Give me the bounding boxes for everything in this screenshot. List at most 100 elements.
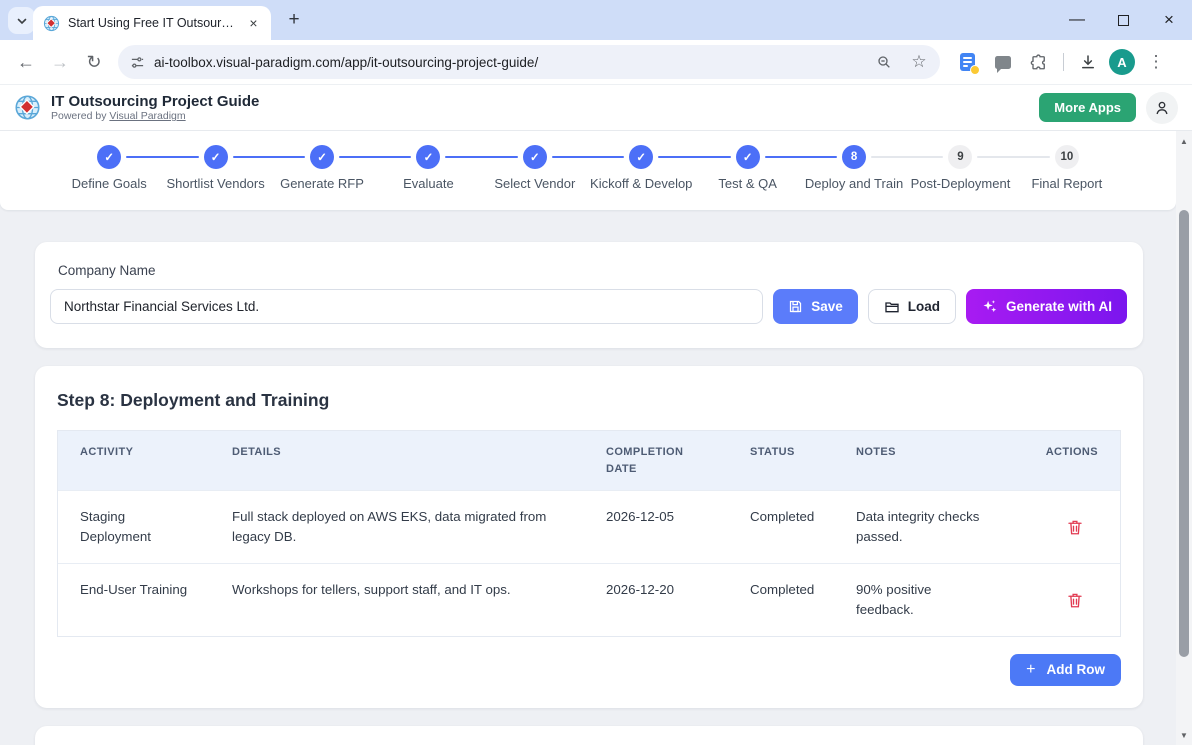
column-header: NOTES [834, 431, 1010, 490]
step-circle[interactable]: ✓ [310, 145, 334, 169]
powered-by-prefix: Powered by [51, 110, 109, 122]
cell-details: Full stack deployed on AWS EKS, data mig… [210, 491, 584, 563]
step-connector [658, 156, 730, 158]
step-circle[interactable]: ✓ [523, 145, 547, 169]
step-circle[interactable]: ✓ [629, 145, 653, 169]
step-circle[interactable]: ✓ [97, 145, 121, 169]
scrollbar-thumb[interactable] [1179, 210, 1189, 657]
step-circle[interactable]: 9 [948, 145, 972, 169]
page-content: ✓Define Goals✓Shortlist Vendors✓Generate… [0, 131, 1176, 745]
stepper-step: ✓Evaluate [375, 145, 481, 191]
reload-button[interactable]: ↻ [78, 46, 110, 78]
toolbar-right-icons: A ⋮ [952, 47, 1171, 77]
more-apps-button[interactable]: More Apps [1039, 93, 1136, 122]
column-header: ACTIONS [1010, 431, 1120, 490]
add-row-button[interactable]: + Add Row [1010, 654, 1121, 686]
step-circle[interactable]: ✓ [416, 145, 440, 169]
star-icon: ☆ [911, 52, 926, 72]
download-icon [1079, 53, 1097, 71]
step-connector [765, 156, 837, 158]
window-controls: — × [1054, 0, 1192, 40]
save-icon [788, 299, 803, 314]
company-row: Save Load Generate with AI [50, 289, 1127, 324]
cell-completion_date: 2026-12-20 [584, 564, 728, 636]
step-circle[interactable]: ✓ [204, 145, 228, 169]
app-logo-icon [14, 94, 41, 121]
step-circle[interactable]: 10 [1055, 145, 1079, 169]
site-info-icon[interactable] [130, 55, 145, 70]
app-header: IT Outsourcing Project Guide Powered by … [0, 85, 1192, 131]
next-section-card [35, 726, 1143, 745]
powered-by: Powered by Visual Paradigm [51, 110, 259, 122]
add-row-wrap: + Add Row [57, 654, 1121, 686]
close-icon: × [1164, 10, 1174, 30]
step-connector [126, 156, 198, 158]
reading-list-button[interactable] [952, 47, 982, 77]
scroll-down-button[interactable]: ▼ [1176, 728, 1192, 742]
step-connector [339, 156, 411, 158]
maximize-button[interactable] [1100, 0, 1146, 40]
cell-notes: 90% positive feedback. [834, 564, 1010, 636]
step-connector [552, 156, 624, 158]
delete-row-button[interactable] [1066, 591, 1084, 609]
close-window-button[interactable]: × [1146, 0, 1192, 40]
toolbar-divider [1063, 53, 1064, 71]
step-circle[interactable]: 8 [842, 145, 866, 169]
badge-icon [970, 65, 980, 75]
stepper-step: ✓Shortlist Vendors [162, 145, 268, 191]
comment-icon [995, 56, 1011, 69]
forward-button[interactable]: → [44, 46, 76, 78]
column-header: ACTIVITY [58, 431, 210, 490]
stepper: ✓Define Goals✓Shortlist Vendors✓Generate… [0, 131, 1176, 210]
powered-by-link[interactable]: Visual Paradigm [109, 110, 185, 122]
stepper-step: ✓ Generate RFP [269, 145, 375, 191]
tab-search-button[interactable] [8, 7, 35, 34]
column-header: COMPLETION DATE [584, 431, 728, 490]
add-row-label: Add Row [1047, 662, 1106, 677]
person-icon [1153, 99, 1171, 117]
bookmark-button[interactable]: ☆ [906, 49, 932, 75]
extensions-button[interactable] [1024, 47, 1054, 77]
company-name-input[interactable] [50, 289, 763, 324]
cell-completion_date: 2026-12-05 [584, 491, 728, 563]
step-label: Generate RFP [280, 176, 364, 191]
table-row: Staging DeploymentFull stack deployed on… [58, 490, 1120, 563]
page-scrollbar[interactable]: ▲ ▼ [1176, 131, 1192, 745]
back-button[interactable]: ← [10, 46, 42, 78]
tab-title: Start Using Free IT Outsourcing [68, 16, 236, 30]
load-button-label: Load [908, 299, 940, 314]
company-name-label: Company Name [50, 263, 1127, 278]
kebab-icon: ⋮ [1148, 52, 1165, 72]
load-button[interactable]: Load [868, 289, 956, 324]
step-circle[interactable]: ✓ [736, 145, 760, 169]
zoom-button[interactable] [871, 49, 897, 75]
step-title: Step 8: Deployment and Training [57, 390, 1121, 411]
delete-row-button[interactable] [1066, 518, 1084, 536]
downloads-button[interactable] [1073, 47, 1103, 77]
generate-ai-button[interactable]: Generate with AI [966, 289, 1127, 324]
step8-card: Step 8: Deployment and Training ACTIVITY… [35, 366, 1143, 708]
save-button-label: Save [811, 299, 843, 314]
puzzle-icon [1030, 53, 1048, 71]
trash-icon [1066, 591, 1084, 609]
url-bar[interactable]: ai-toolbox.visual-paradigm.com/app/it-ou… [118, 45, 940, 79]
url-text[interactable]: ai-toolbox.visual-paradigm.com/app/it-ou… [154, 55, 862, 70]
minimize-button[interactable]: — [1054, 0, 1100, 40]
tab-close-button[interactable]: × [244, 14, 263, 33]
save-button[interactable]: Save [773, 289, 858, 324]
sparkles-icon [981, 298, 998, 315]
maximize-icon [1118, 15, 1129, 26]
step-label: Deploy and Train [805, 176, 903, 191]
stepper-step: ✓Select Vendor [482, 145, 588, 191]
browser-menu-button[interactable]: ⋮ [1141, 47, 1171, 77]
profile-avatar[interactable]: A [1109, 49, 1135, 75]
browser-titlebar: Start Using Free IT Outsourcing × + — × [0, 0, 1192, 40]
cell-actions [1010, 491, 1120, 563]
comment-button[interactable] [988, 47, 1018, 77]
account-button[interactable] [1146, 92, 1178, 124]
scroll-up-button[interactable]: ▲ [1176, 134, 1192, 148]
browser-toolbar: ← → ↻ ai-toolbox.visual-paradigm.com/app… [0, 40, 1192, 85]
new-tab-button[interactable]: + [281, 7, 307, 33]
step-label: Kickoff & Develop [590, 176, 692, 191]
browser-tab[interactable]: Start Using Free IT Outsourcing × [33, 6, 271, 40]
